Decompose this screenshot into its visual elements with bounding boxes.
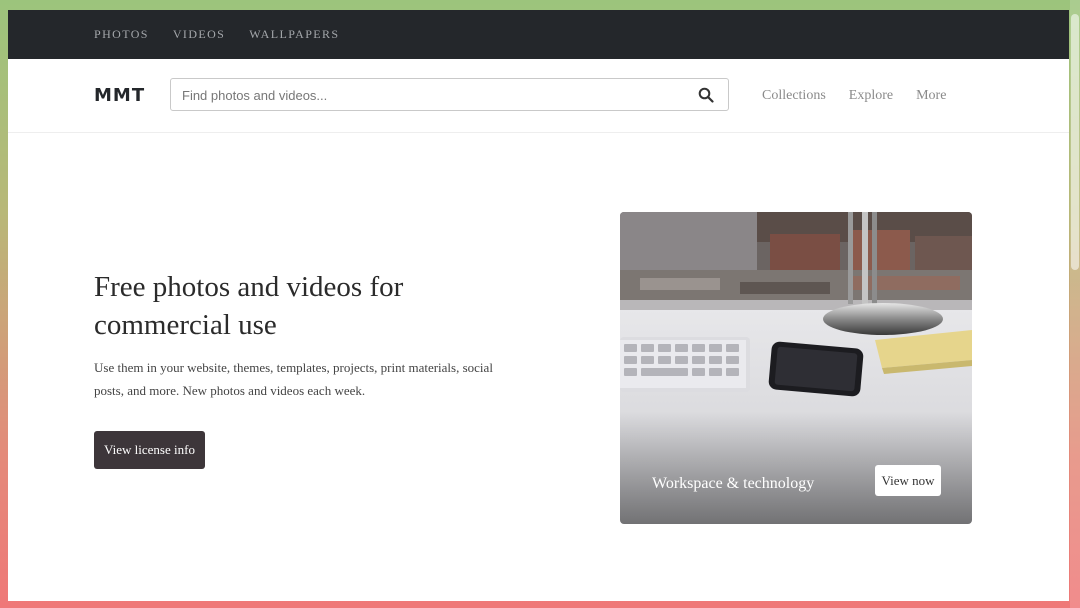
featured-card[interactable]: Workspace & technology View now [620, 212, 972, 524]
top-nav-wallpapers[interactable]: WALLPAPERS [249, 27, 339, 42]
nav-more[interactable]: More [916, 88, 946, 104]
top-nav-videos[interactable]: VIDEOS [173, 27, 225, 42]
nav-collections[interactable]: Collections [762, 88, 826, 104]
site-logo[interactable]: MMT [94, 85, 145, 106]
card-caption: Workspace & technology [652, 475, 815, 492]
view-license-button[interactable]: View license info [94, 431, 205, 469]
hero-description: Use them in your website, themes, templa… [94, 360, 493, 398]
search-icon[interactable] [698, 87, 714, 103]
site-header: MMT Collections Explore More [8, 59, 1069, 133]
browser-page: PHOTOS VIDEOS WALLPAPERS MMT Collections… [8, 10, 1069, 601]
scrollbar-thumb[interactable] [1071, 14, 1079, 270]
nav-explore[interactable]: Explore [849, 88, 893, 104]
top-nav-photos[interactable]: PHOTOS [94, 27, 149, 42]
top-nav: PHOTOS VIDEOS WALLPAPERS [94, 27, 340, 42]
hero-title: Free photos and videos for commercial us… [94, 271, 404, 341]
top-bar: PHOTOS VIDEOS WALLPAPERS [8, 10, 1069, 59]
header-nav: Collections Explore More [762, 88, 946, 104]
search-box [170, 78, 729, 112]
search-input[interactable] [180, 79, 684, 112]
view-now-button[interactable]: View now [875, 465, 941, 496]
